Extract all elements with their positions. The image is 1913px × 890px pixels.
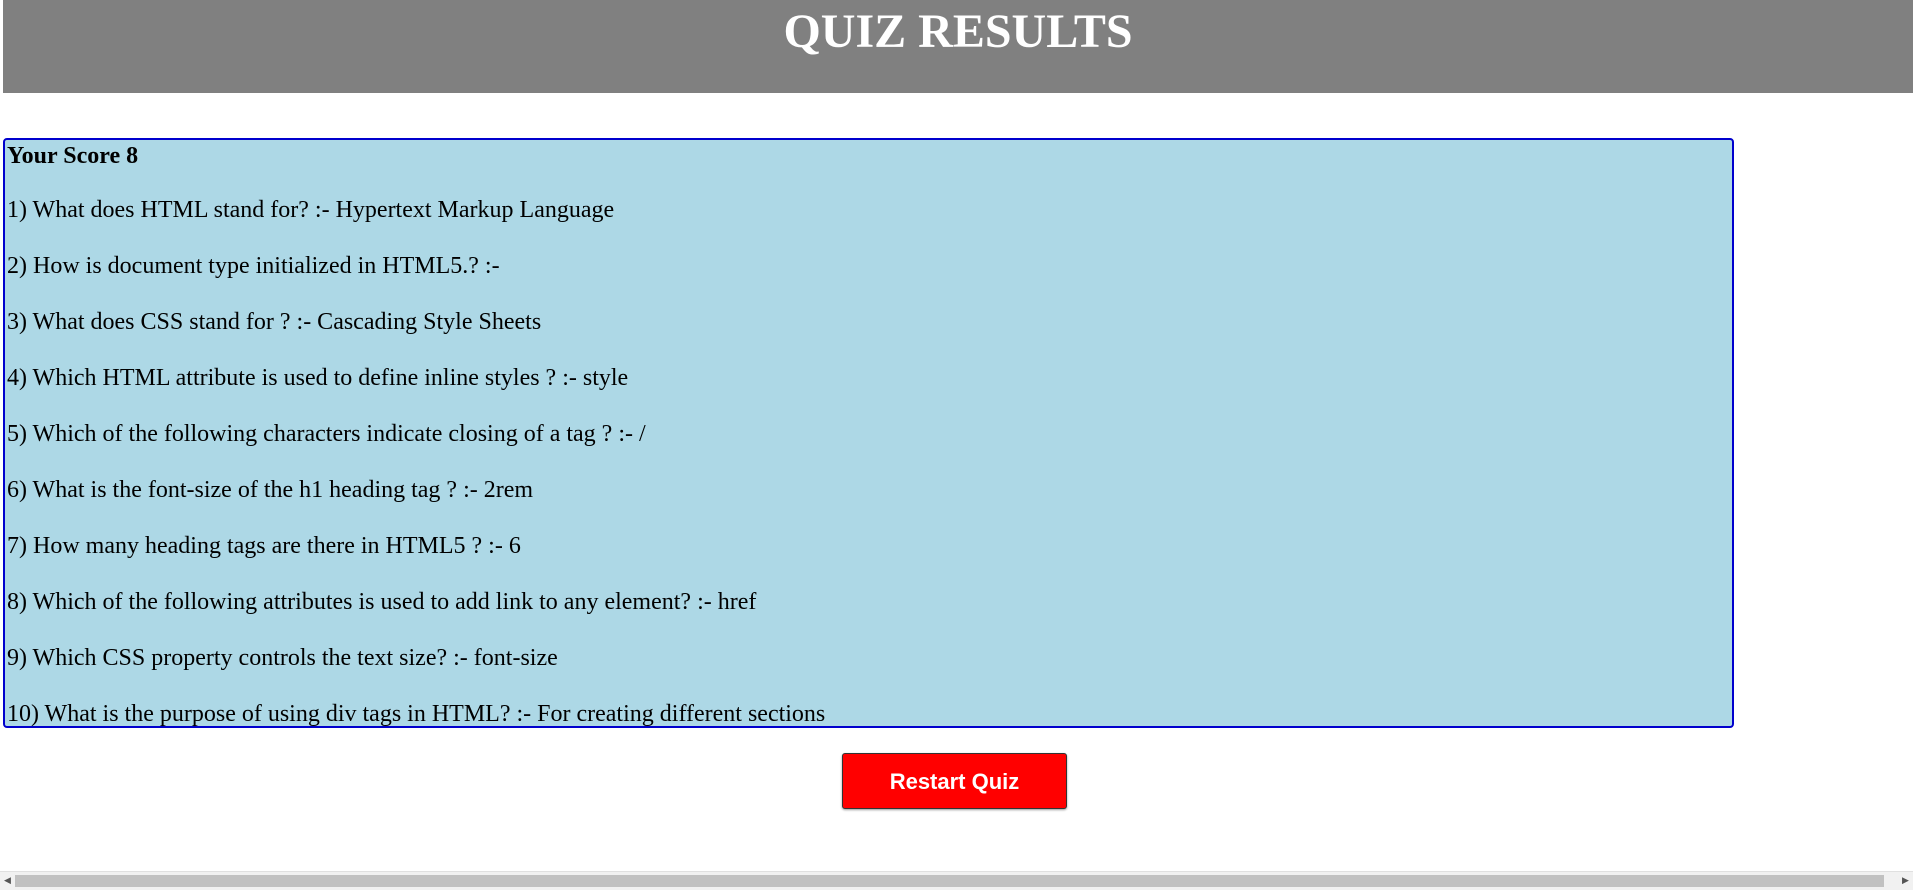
page-title: QUIZ RESULTS <box>783 5 1133 58</box>
triangle-right-icon[interactable]: ▶ <box>1898 872 1913 890</box>
answer-item-3: 3) What does CSS stand for ? :- Cascadin… <box>7 309 542 335</box>
answer-item-9: 9) Which CSS property controls the text … <box>7 645 558 671</box>
quiz-results-page: QUIZ RESULTS Your Score 8 1) What does H… <box>0 0 1913 890</box>
answer-item-8: 8) Which of the following attributes is … <box>7 589 757 615</box>
answer-item-6: 6) What is the font-size of the h1 headi… <box>7 477 534 503</box>
scrollbar-thumb[interactable] <box>15 875 1884 887</box>
answer-item-2: 2) How is document type initialized in H… <box>7 253 500 279</box>
answer-item-4: 4) Which HTML attribute is used to defin… <box>7 365 629 391</box>
triangle-left-icon[interactable]: ◀ <box>0 872 15 890</box>
results-panel: Your Score 8 1) What does HTML stand for… <box>3 138 1734 728</box>
restart-quiz-button[interactable]: Restart Quiz <box>842 753 1067 809</box>
answer-item-7: 7) How many heading tags are there in HT… <box>7 533 521 559</box>
score-text: Your Score 8 <box>7 143 139 169</box>
horizontal-scrollbar[interactable]: ◀ ▶ <box>0 871 1913 890</box>
answer-item-1: 1) What does HTML stand for? :- Hypertex… <box>7 197 615 223</box>
header-bar: QUIZ RESULTS <box>3 0 1913 93</box>
answer-item-5: 5) Which of the following characters ind… <box>7 421 646 447</box>
answer-item-10: 10) What is the purpose of using div tag… <box>7 701 826 727</box>
